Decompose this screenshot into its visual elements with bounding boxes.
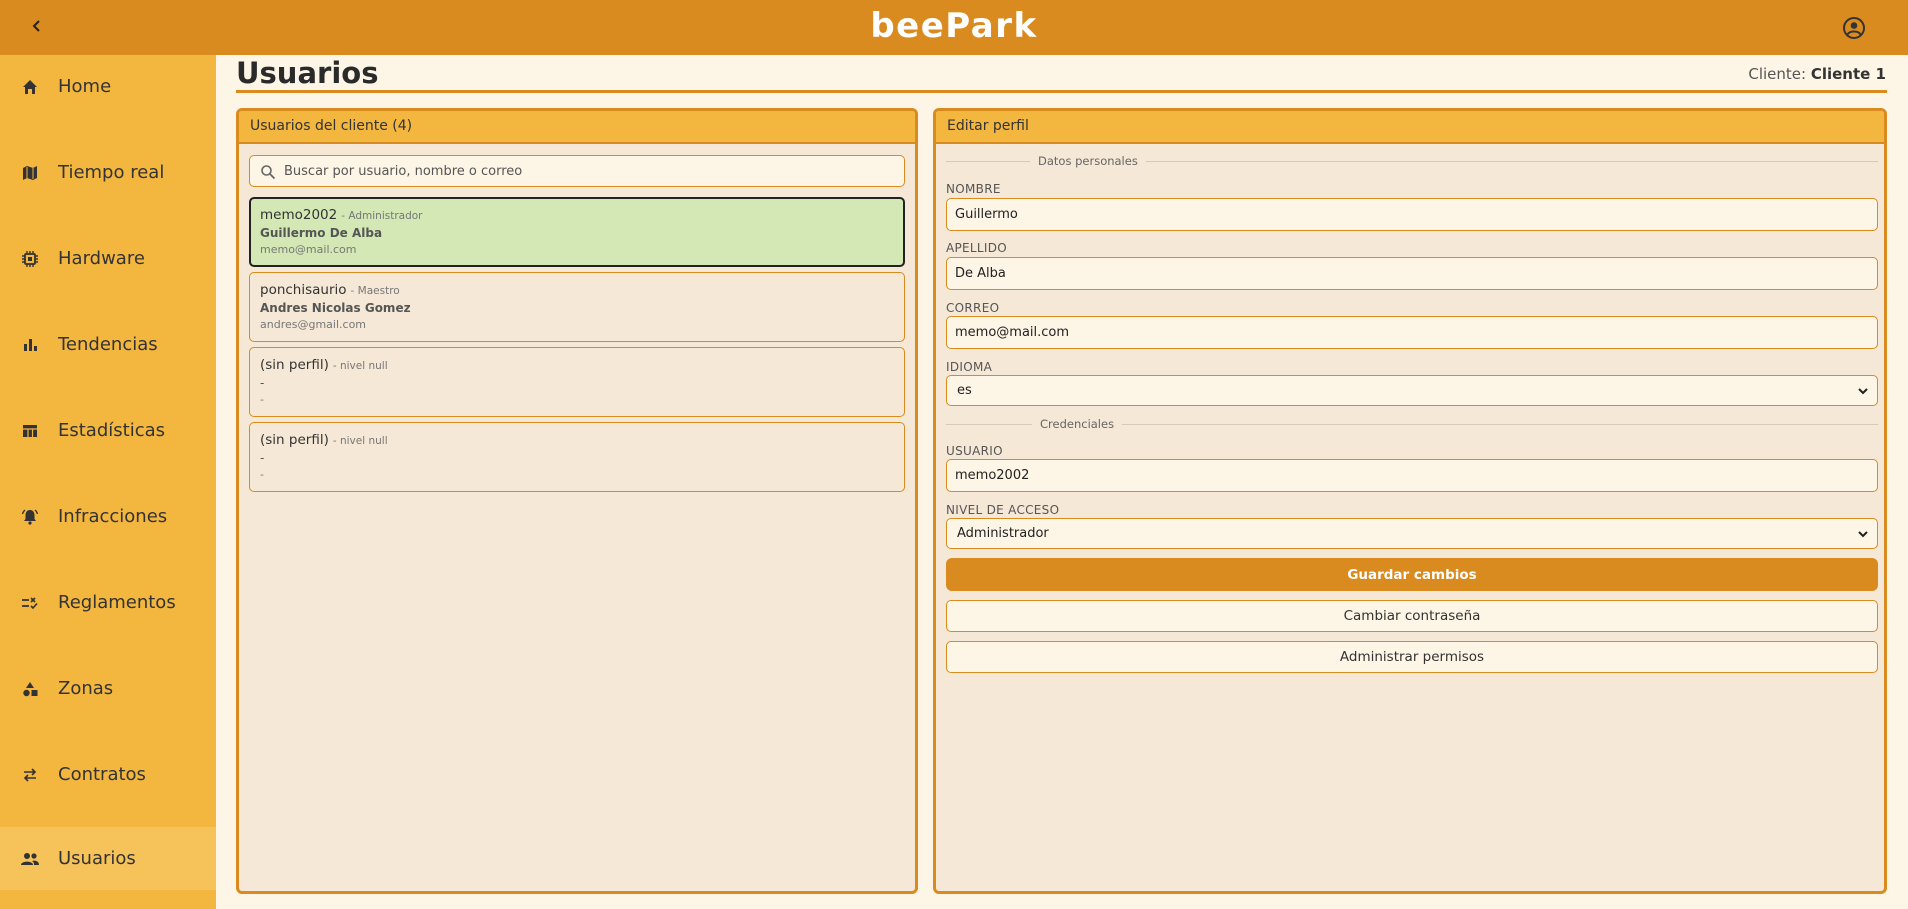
sidebar-item-label: Reglamentos — [58, 592, 176, 613]
apellido-field[interactable] — [946, 257, 1878, 290]
user-role: - Administrador — [341, 210, 423, 222]
nivel-acceso-select[interactable]: Administrador — [946, 518, 1878, 549]
save-button[interactable]: Guardar cambios — [946, 558, 1878, 591]
user-username: memo2002 — [260, 207, 338, 223]
sidebar-item-label: Contratos — [58, 764, 146, 785]
chevron-left-icon — [32, 20, 40, 32]
change-password-button[interactable]: Cambiar contraseña — [946, 600, 1878, 632]
section-credentials-label: Credenciales — [1032, 417, 1123, 431]
section-credentials: Credenciales — [946, 417, 1878, 431]
sidebar-item-label: Hardware — [58, 248, 145, 269]
user-role: - nivel null — [332, 360, 388, 372]
user-username: (sin perfil) — [260, 357, 329, 373]
people-icon — [20, 849, 40, 869]
user-search — [249, 155, 905, 187]
search-icon — [261, 165, 276, 180]
sidebar-item-label: Zonas — [58, 678, 114, 699]
user-role: - nivel null — [332, 435, 388, 447]
idioma-select[interactable]: es — [946, 375, 1878, 406]
nombre-label: NOMBRE — [946, 182, 1001, 196]
idioma-label: IDIOMA — [946, 360, 993, 374]
section-personal-label: Datos personales — [1030, 154, 1146, 168]
user-email: andres@gmail.com — [260, 318, 367, 331]
app-logo: beePark — [870, 6, 1038, 46]
chevron-down-icon — [1858, 531, 1868, 538]
sidebar-item-contratos[interactable]: Contratos — [0, 743, 216, 806]
sidebar-item-label: Tiempo real — [58, 162, 165, 183]
back-button[interactable] — [26, 15, 48, 37]
user-email: memo@mail.com — [260, 243, 357, 256]
user-fullname: Andres Nicolas Gomez — [260, 301, 411, 315]
account-button[interactable] — [1842, 16, 1866, 40]
map-icon — [20, 163, 40, 183]
user-role: - Maestro — [350, 285, 400, 297]
sidebar-item-estadisticas[interactable]: Estadísticas — [0, 399, 216, 462]
manage-permissions-button[interactable]: Administrar permisos — [946, 641, 1878, 673]
correo-label: CORREO — [946, 301, 1000, 315]
usuario-label: USUARIO — [946, 444, 1003, 458]
correo-field[interactable] — [946, 316, 1878, 349]
bell-alert-icon — [20, 507, 40, 527]
edit-panel-title: Editar perfil — [936, 111, 1884, 144]
sidebar-item-usuarios[interactable]: Usuarios — [0, 827, 216, 890]
bar-chart-icon — [20, 335, 40, 355]
edit-profile-panel: Editar perfil Datos personales NOMBRE AP… — [933, 108, 1887, 894]
shapes-icon — [20, 679, 40, 699]
user-card-sin-perfil-1[interactable]: (sin perfil) - nivel null - - — [249, 347, 905, 417]
sidebar-item-zonas[interactable]: Zonas — [0, 657, 216, 720]
user-fullname: - — [260, 376, 265, 390]
sidebar-item-label: Home — [58, 76, 112, 97]
users-panel-title: Usuarios del cliente (4) — [239, 111, 915, 144]
sidebar-item-tiempo-real[interactable]: Tiempo real — [0, 141, 216, 204]
idioma-selected-value: es — [957, 383, 972, 398]
nivel-selected-value: Administrador — [957, 526, 1049, 541]
section-personal-data: Datos personales — [946, 154, 1878, 168]
top-bar: beePark — [0, 0, 1908, 55]
usuario-field[interactable] — [946, 459, 1878, 492]
sidebar-item-tendencias[interactable]: Tendencias — [0, 313, 216, 376]
user-email: - — [260, 468, 264, 481]
home-icon — [20, 77, 40, 97]
user-email: - — [260, 393, 264, 406]
sidebar-item-label: Estadísticas — [58, 420, 166, 441]
search-input[interactable] — [284, 156, 894, 186]
sidebar-item-home[interactable]: Home — [0, 55, 216, 118]
rule-icon — [20, 593, 40, 613]
swap-icon — [20, 765, 40, 785]
sidebar-item-label: Infracciones — [58, 506, 168, 527]
nombre-field[interactable] — [946, 198, 1878, 231]
sidebar: Home Tiempo real Hardware Tendencias Est… — [0, 55, 216, 909]
user-card-memo2002[interactable]: memo2002- Administrador Guillermo De Alb… — [249, 197, 905, 267]
client-label: Cliente: — [1748, 65, 1807, 83]
client-name: Cliente 1 — [1810, 65, 1886, 83]
user-fullname: Guillermo De Alba — [260, 226, 383, 240]
title-divider — [236, 90, 1887, 93]
user-card-sin-perfil-2[interactable]: (sin perfil) - nivel null - - — [249, 422, 905, 492]
sidebar-item-reglamentos[interactable]: Reglamentos — [0, 571, 216, 634]
users-panel: Usuarios del cliente (4) memo2002- Admin… — [236, 108, 918, 894]
apellido-label: APELLIDO — [946, 241, 1008, 255]
sidebar-item-infracciones[interactable]: Infracciones — [0, 485, 216, 548]
sidebar-item-label: Tendencias — [58, 334, 158, 355]
user-username: (sin perfil) — [260, 432, 329, 448]
account-circle-icon — [1843, 17, 1865, 39]
sidebar-item-hardware[interactable]: Hardware — [0, 227, 216, 290]
sidebar-item-label: Usuarios — [58, 848, 136, 869]
user-username: ponchisaurio — [260, 282, 347, 298]
page-title: Usuarios — [236, 56, 379, 90]
user-fullname: - — [260, 451, 265, 465]
client-indicator: Cliente: Cliente 1 — [1748, 65, 1886, 83]
chevron-down-icon — [1858, 388, 1868, 395]
nivel-acceso-label: NIVEL DE ACCESO — [946, 503, 1060, 517]
table-icon — [20, 421, 40, 441]
chip-icon — [20, 249, 40, 269]
user-card-ponchisaurio[interactable]: ponchisaurio - Maestro Andres Nicolas Gom… — [249, 272, 905, 342]
